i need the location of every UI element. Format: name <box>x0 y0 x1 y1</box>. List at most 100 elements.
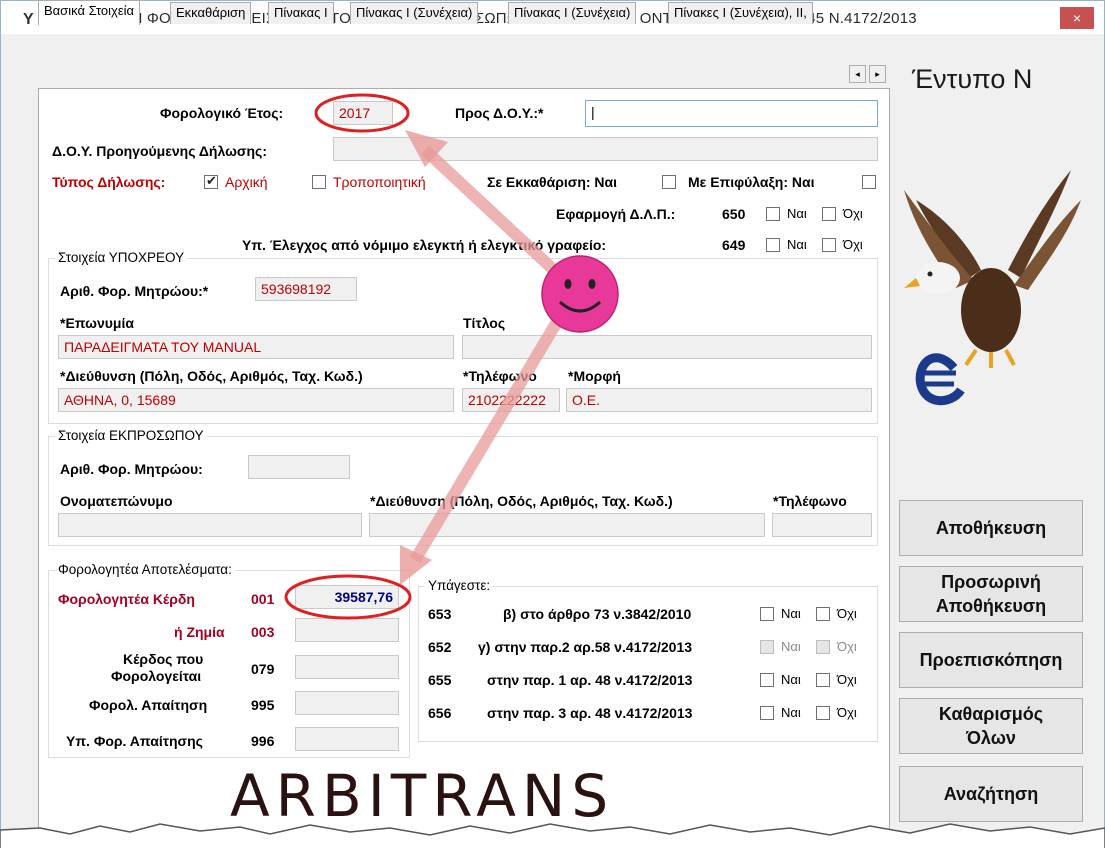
temp-save-button[interactable]: Προσωρινή Αποθήκευση <box>899 566 1083 622</box>
audit-yes-label: Ναι <box>787 237 807 252</box>
tab-tables-1-2[interactable]: Πίνακες Ι (Συνέχεια), ΙΙ, <box>668 2 813 24</box>
sub-claim-label: Υπ. Φορ. Απαίτησης <box>66 733 203 749</box>
subject-text: β) στο άρθρο 73 ν.3842/2010 <box>503 606 692 622</box>
subject-656-yes-checkbox[interactable] <box>760 706 774 720</box>
audit-yes-checkbox[interactable] <box>766 238 780 252</box>
sub-claim-field[interactable] <box>295 727 399 751</box>
rep-afm-label: Αριθ. Φορ. Μητρώου: <box>60 461 203 477</box>
results-group-title: Φορολογητέα Αποτελέσματα: <box>55 562 235 577</box>
obligor-group-title: Στοιχεία ΥΠΟΧΡΕΟΥ <box>55 250 188 265</box>
claim-label: Φορολ. Απαίτηση <box>89 697 208 713</box>
taxed-profit-label-line1: Κέρδος που <box>123 651 204 667</box>
reservation-label: Με Επιφύλαξη: Ναι <box>688 174 815 190</box>
clear-all-button[interactable]: Καθαρισμός Όλων <box>899 698 1083 754</box>
rep-address-field[interactable] <box>369 513 765 537</box>
obligor-name-field[interactable]: ΠΑΡΑΔΕΙΓΜΑΤΑ ΤΟΥ MANUAL <box>58 335 454 359</box>
amending-label: Τροποποιητική <box>333 174 426 190</box>
save-button-label: Αποθήκευση <box>935 518 1047 538</box>
rep-fullname-field[interactable] <box>58 513 362 537</box>
subject-653-no-checkbox[interactable] <box>816 607 830 621</box>
initial-label: Αρχική <box>225 174 268 190</box>
subject-code: 652 <box>428 639 452 655</box>
subject-652-no-checkbox <box>816 640 830 654</box>
rep-address-label: *Διεύθυνση (Πόλη, Οδός, Αριθμός, Ταχ. Κω… <box>370 493 673 509</box>
subject-655-yes-checkbox[interactable] <box>760 673 774 687</box>
dlp-no-checkbox[interactable] <box>822 207 836 221</box>
temp-save-label-line1: Προσωρινή <box>941 572 1041 592</box>
tab-table-1-cont-2[interactable]: Πίνακας Ι (Συνέχεια) <box>508 2 637 24</box>
claim-code: 995 <box>251 697 275 713</box>
initial-checkbox[interactable] <box>204 173 218 189</box>
taxed-profit-label-line2: Φορολογείται <box>111 668 202 684</box>
obligor-phone-field[interactable]: 2102222222 <box>462 388 560 412</box>
audit-no-checkbox[interactable] <box>822 238 836 252</box>
subject-no-label: Όχι <box>837 606 857 621</box>
subject-no-label: Όχι <box>837 639 857 654</box>
preview-button[interactable]: Προεπισκόπηση <box>899 632 1083 688</box>
obligor-afm-field[interactable]: 593698192 <box>255 277 357 301</box>
profit-field[interactable]: 39587,76 <box>295 585 399 609</box>
tax-year-label: Φορολογικό Έτος: <box>160 105 284 121</box>
subject-yes-label: Ναι <box>781 606 801 621</box>
subject-text: γ) στην παρ.2 αρ.58 ν.4172/2013 <box>478 639 693 655</box>
representative-group-title: Στοιχεία ΕΚΠΡΟΣΩΠΟΥ <box>55 428 207 443</box>
subject-655-no-checkbox[interactable] <box>816 673 830 687</box>
obligor-address-field[interactable]: ΑΘΗΝΑ, 0, 15689 <box>58 388 454 412</box>
claim-field[interactable] <box>295 691 399 715</box>
dlp-yes-label: Ναι <box>787 206 807 221</box>
subject-yes-label: Ναι <box>781 672 801 687</box>
tab-scroll-left-icon[interactable]: ◂ <box>849 65 866 83</box>
preview-button-label: Προεπισκόπηση <box>919 650 1063 670</box>
obligor-phone-label: *Τηλέφωνο <box>463 368 537 384</box>
taxed-profit-code: 079 <box>251 661 275 677</box>
profit-label: Φορολογητέα Κέρδη <box>58 591 195 607</box>
form-title: Έντυπο Ν <box>912 64 1033 94</box>
loss-code: 003 <box>251 624 275 640</box>
doy-field[interactable]: | <box>585 100 878 127</box>
subject-656-no-checkbox[interactable] <box>816 706 830 720</box>
dlp-no-label: Όχι <box>843 206 863 221</box>
obligor-title-label: Τίτλος <box>463 315 506 331</box>
subject-group-title: Υπάγεστε: <box>425 578 494 593</box>
tax-year-field[interactable]: 2017 <box>333 101 393 125</box>
subject-text: στην παρ. 1 αρ. 48 ν.4172/2013 <box>487 672 693 688</box>
subject-text: στην παρ. 3 αρ. 48 ν.4172/2013 <box>487 705 693 721</box>
amending-checkbox[interactable] <box>312 175 326 189</box>
prev-doy-field[interactable] <box>333 137 878 161</box>
rep-phone-field[interactable] <box>772 513 872 537</box>
taxed-profit-field[interactable] <box>295 655 399 679</box>
obligor-address-label: *Διεύθυνση (Πόλη, Οδός, Αριθμός, Ταχ. Κω… <box>60 368 363 384</box>
rep-afm-field[interactable] <box>248 455 350 479</box>
loss-field[interactable] <box>295 618 399 642</box>
obligor-name-label: *Επωνυμία <box>60 315 134 331</box>
subject-no-label: Όχι <box>837 672 857 687</box>
profit-code: 001 <box>251 591 275 607</box>
obligor-form-field[interactable]: Ο.Ε. <box>566 388 872 412</box>
temp-save-label-line2: Αποθήκευση <box>935 596 1047 616</box>
dlp-yes-checkbox[interactable] <box>766 207 780 221</box>
app-logo-icon: Y <box>23 11 34 28</box>
save-button[interactable]: Αποθήκευση <box>899 500 1083 556</box>
rep-fullname-label: Ονοματεπώνυμο <box>60 493 173 509</box>
tab-basic-info[interactable]: Βασικά Στοιχεία <box>38 0 141 25</box>
subject-652-yes-checkbox <box>760 640 774 654</box>
audit-code: 649 <box>722 237 746 253</box>
decl-type-label: Τύπος Δήλωσης: <box>52 174 166 190</box>
obligor-title-field[interactable] <box>462 335 872 359</box>
subject-653-yes-checkbox[interactable] <box>760 607 774 621</box>
audit-no-label: Όχι <box>843 237 863 252</box>
sub-claim-code: 996 <box>251 733 275 749</box>
subject-yes-label: Ναι <box>781 705 801 720</box>
clear-label-line1: Καθαρισμός <box>938 704 1044 724</box>
reservation-checkbox[interactable] <box>862 175 876 189</box>
search-button-label: Αναζήτηση <box>943 784 1039 804</box>
close-button[interactable]: × <box>1060 7 1094 29</box>
tab-liquidation[interactable]: Εκκαθάριση <box>170 2 252 24</box>
liquidation-checkbox[interactable] <box>662 175 676 189</box>
tab-table-1-cont[interactable]: Πίνακας Ι (Συνέχεια) <box>350 2 479 24</box>
dlp-code: 650 <box>722 206 746 222</box>
torn-edge <box>0 823 1105 848</box>
tab-scroll-right-icon[interactable]: ▸ <box>869 65 886 83</box>
tab-table-1[interactable]: Πίνακας Ι <box>268 2 334 24</box>
subject-no-label: Όχι <box>837 705 857 720</box>
